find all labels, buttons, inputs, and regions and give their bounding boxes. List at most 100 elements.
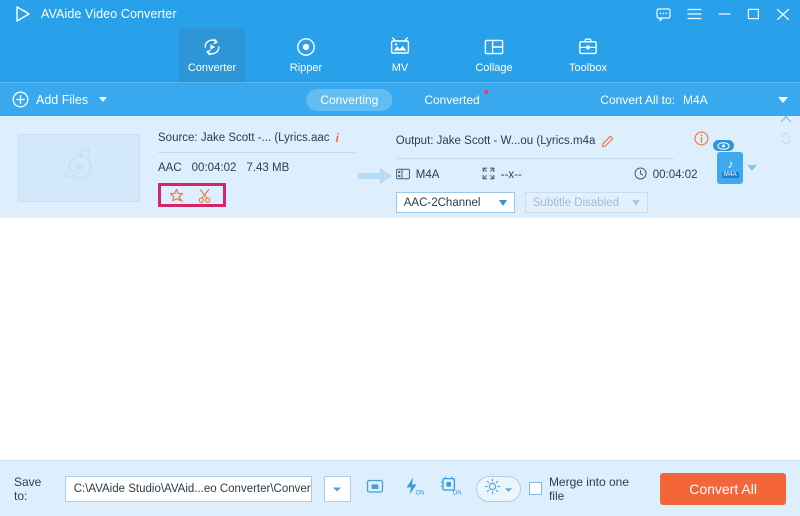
convert-all-to-control: Convert All to: M4A bbox=[600, 93, 788, 107]
new-items-dot bbox=[484, 89, 489, 94]
app-title: AVAide Video Converter bbox=[41, 7, 177, 21]
toolbox-icon bbox=[577, 36, 599, 58]
source-filesize: 7.43 MB bbox=[246, 162, 290, 174]
title-bar: AVAide Video Converter bbox=[0, 0, 800, 28]
tab-ripper-label: Ripper bbox=[289, 62, 323, 74]
eye-icon[interactable] bbox=[713, 140, 735, 151]
right-arrow-icon bbox=[357, 166, 394, 191]
info-icon[interactable]: i bbox=[336, 131, 339, 145]
hardware-acceleration-button[interactable]: ON bbox=[400, 476, 425, 502]
preferences-button[interactable] bbox=[476, 475, 522, 502]
gpu-chip-on-icon: ON bbox=[439, 476, 461, 501]
bottom-bar: Save to: C:\AVAide Studio\AVAid...eo Con… bbox=[0, 460, 800, 516]
main-nav: Converter Ripper MV Collage Toolbox bbox=[0, 28, 800, 82]
add-files-label: Add Files bbox=[36, 92, 89, 107]
maximize-icon[interactable] bbox=[747, 8, 760, 20]
pencil-edit-icon[interactable] bbox=[601, 135, 614, 148]
svg-text:ON: ON bbox=[452, 490, 460, 496]
speech-bubble-icon[interactable] bbox=[656, 7, 671, 21]
resize-arrows-icon bbox=[482, 167, 495, 183]
divider bbox=[395, 158, 674, 159]
status-tabs: Converting Converted bbox=[306, 88, 493, 111]
convert-all-label: Convert All bbox=[689, 480, 757, 497]
tab-collage-label: Collage bbox=[475, 62, 513, 74]
save-to-path-input[interactable]: C:\AVAide Studio\AVAid...eo Converter\Co… bbox=[64, 475, 312, 502]
minimize-icon[interactable] bbox=[718, 8, 731, 20]
tab-toolbox-label: Toolbox bbox=[569, 62, 607, 74]
tv-photo-icon bbox=[389, 36, 411, 58]
open-folder-button[interactable] bbox=[363, 476, 388, 502]
save-to-label: Save to: bbox=[14, 474, 42, 503]
save-to-path-value: C:\AVAide Studio\AVAid...eo Converter\Co… bbox=[73, 482, 312, 495]
add-files-button[interactable]: Add Files bbox=[12, 91, 108, 108]
action-bar: Add Files Converting Converted Convert A… bbox=[0, 82, 800, 116]
tab-ripper[interactable]: Ripper bbox=[273, 28, 339, 82]
file-row: Source: Jake Scott -... (Lyrics.aac i AA… bbox=[0, 116, 800, 218]
tab-converted[interactable]: Converted bbox=[410, 89, 493, 111]
merge-into-one-file-control[interactable]: Merge into one file bbox=[529, 475, 644, 503]
chevron-down-icon[interactable] bbox=[747, 165, 758, 171]
output-duration-label: 00:04:02 bbox=[652, 169, 698, 181]
convert-all-to-label: Convert All to: bbox=[600, 92, 675, 107]
conversion-arrow bbox=[355, 128, 395, 191]
lightning-on-icon: ON bbox=[402, 476, 424, 501]
chevron-down-icon bbox=[778, 96, 788, 103]
tab-mv[interactable]: MV bbox=[367, 28, 433, 82]
source-duration: 00:04:02 bbox=[191, 162, 237, 174]
source-pane: Source: Jake Scott -... (Lyrics.aac i AA… bbox=[158, 128, 356, 207]
output-pane: Output: Jake Scott - W...ou (Lyrics.m4a bbox=[395, 128, 710, 213]
tab-collage[interactable]: Collage bbox=[461, 28, 527, 82]
output-track-selects: AAC-2Channel Subtitle Disabled bbox=[395, 192, 710, 213]
subtitle-track-select[interactable]: Subtitle Disabled bbox=[524, 192, 648, 213]
chevron-updown-icon[interactable] bbox=[780, 130, 792, 152]
close-icon[interactable] bbox=[776, 8, 790, 21]
convert-all-button[interactable]: Convert All bbox=[660, 472, 786, 505]
file-thumbnail[interactable] bbox=[18, 134, 140, 202]
merge-label: Merge into one file bbox=[548, 474, 629, 503]
output-format: M4A bbox=[395, 168, 482, 183]
disc-icon bbox=[295, 36, 317, 58]
app-logo: AVAide Video Converter bbox=[14, 5, 177, 23]
tab-converter[interactable]: Converter bbox=[179, 28, 245, 82]
output-resolution: --x-- bbox=[482, 167, 634, 183]
tab-converted-label: Converted bbox=[424, 92, 480, 107]
output-title-line: Output: Jake Scott - W...ou (Lyrics.m4a bbox=[396, 131, 710, 151]
close-icon[interactable] bbox=[780, 116, 792, 128]
folder-open-icon bbox=[365, 476, 385, 501]
film-strip-icon bbox=[395, 168, 410, 183]
divider bbox=[158, 152, 356, 153]
music-note-icon: ♪ bbox=[727, 156, 734, 171]
output-filename: Output: Jake Scott - W...ou (Lyrics.m4a bbox=[395, 135, 596, 147]
merge-checkbox[interactable] bbox=[529, 482, 542, 495]
window-controls bbox=[656, 7, 790, 21]
gpu-acceleration-button[interactable]: ON bbox=[437, 476, 462, 502]
convert-all-to-value: M4A bbox=[683, 92, 708, 107]
tab-mv-label: MV bbox=[391, 62, 409, 74]
row-controls bbox=[780, 116, 792, 152]
subtitle-track-value: Subtitle Disabled bbox=[532, 196, 620, 209]
chevron-down-icon bbox=[332, 480, 342, 498]
audio-track-value: AAC-2Channel bbox=[403, 196, 481, 209]
row-right-controls: ♪ M4A bbox=[713, 116, 800, 184]
bottom-right-actions: Merge into one file Convert All bbox=[529, 472, 786, 505]
convert-all-to-select[interactable]: M4A bbox=[683, 93, 788, 107]
chevron-down-icon bbox=[504, 480, 513, 498]
hamburger-menu-icon[interactable] bbox=[687, 8, 702, 20]
save-to-history-dropdown[interactable] bbox=[323, 475, 351, 502]
tab-toolbox[interactable]: Toolbox bbox=[555, 28, 621, 82]
chevron-down-icon[interactable] bbox=[99, 97, 108, 102]
output-duration: 00:04:02 bbox=[634, 167, 698, 183]
output-format-label: M4A bbox=[415, 169, 440, 181]
info-circle-icon[interactable] bbox=[694, 131, 709, 151]
source-codec: AAC bbox=[158, 162, 182, 174]
svg-text:ON: ON bbox=[415, 490, 423, 496]
tab-converting[interactable]: Converting bbox=[306, 88, 393, 111]
magic-wand-star-icon[interactable] bbox=[169, 188, 184, 203]
chevron-down-icon bbox=[631, 199, 640, 206]
source-filename: Source: Jake Scott -... (Lyrics.aac bbox=[158, 132, 330, 144]
output-meta: M4A --x-- 00:04:02 bbox=[395, 167, 710, 183]
audio-track-select[interactable]: AAC-2Channel bbox=[395, 192, 515, 213]
scissors-icon[interactable] bbox=[197, 188, 212, 203]
file-list: Source: Jake Scott -... (Lyrics.aac i AA… bbox=[0, 116, 800, 460]
output-format-badge[interactable]: ♪ M4A bbox=[713, 140, 744, 184]
